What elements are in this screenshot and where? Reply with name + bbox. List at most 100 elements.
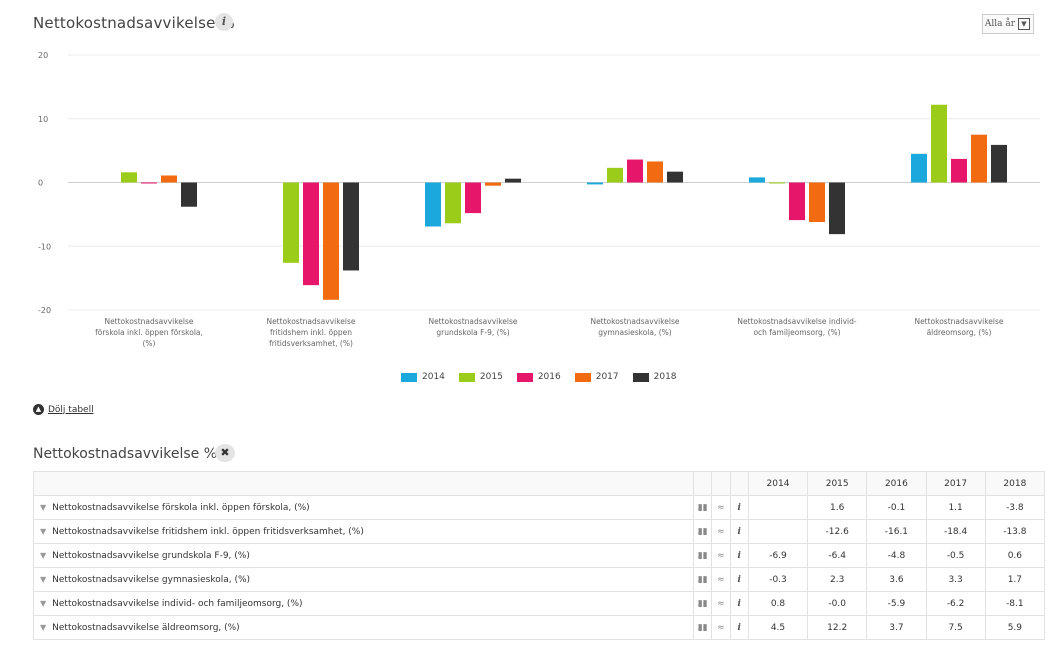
year-header[interactable]: 2017: [925, 471, 986, 496]
row-expand-icon[interactable]: ▼: [40, 599, 46, 608]
bar-2017-cat5[interactable]: [971, 134, 987, 183]
year-header[interactable]: 2015: [807, 471, 868, 496]
legend-item[interactable]: 2016: [516, 372, 561, 382]
bar-2017-cat0[interactable]: [161, 175, 177, 183]
bar-2018-cat0[interactable]: [181, 182, 197, 207]
legend-item[interactable]: 2017: [574, 372, 619, 382]
value-cell: -13.8: [984, 519, 1046, 544]
x-category-label: gymnasieskola, (%): [598, 328, 672, 337]
value-cell: -6.4: [807, 543, 868, 568]
year-header[interactable]: 2014: [747, 471, 809, 496]
bar-2016-cat1[interactable]: [303, 182, 319, 286]
bar-2015-cat5[interactable]: [931, 104, 947, 183]
bar-2015-cat3[interactable]: [607, 167, 623, 183]
info-icon[interactable]: i: [729, 567, 749, 592]
legend-swatch: [632, 372, 649, 382]
value-cell: 2.3: [807, 567, 868, 592]
bar-chart-icon[interactable]: ▮▮: [692, 495, 713, 520]
y-tick-label: 10: [38, 115, 48, 124]
info-icon[interactable]: i: [729, 615, 749, 640]
bar-2017-cat1[interactable]: [323, 182, 339, 300]
bar-2016-cat5[interactable]: [951, 158, 967, 183]
x-category-label: Nettokostnadsavvikelse: [266, 317, 355, 326]
table-header-row: 2014 2015 2016 2017 2018: [33, 471, 1046, 496]
legend-item[interactable]: 2018: [632, 372, 677, 382]
table-row: ▼ Nettokostnadsavvikelse gymnasieskola, (…: [33, 567, 1046, 592]
info-icon[interactable]: i: [729, 519, 749, 544]
row-label-cell[interactable]: ▼ Nettokostnadsavvikelse äldreomsorg, (%): [33, 615, 694, 640]
table-row: ▼ Nettokostnadsavvikelse äldreomsorg, (%)…: [33, 615, 1046, 640]
header-blank: [729, 471, 749, 496]
bar-2014-cat5[interactable]: [911, 153, 927, 183]
row-expand-icon[interactable]: ▼: [40, 623, 46, 632]
trend-icon[interactable]: ≈: [711, 615, 731, 640]
table-row: ▼ Nettokostnadsavvikelse fritidshem inkl.…: [33, 519, 1046, 544]
legend-item[interactable]: 2015: [458, 372, 503, 382]
value-cell: 4.5: [747, 615, 809, 640]
trend-icon[interactable]: ≈: [711, 591, 731, 616]
bar-chart-icon[interactable]: ▮▮: [692, 615, 713, 640]
legend-item[interactable]: 2014: [401, 372, 445, 382]
bar-2015-cat2[interactable]: [445, 182, 461, 224]
value-cell: -12.6: [807, 519, 868, 544]
chevron-down-icon[interactable]: ▼: [1018, 18, 1030, 30]
bar-2018-cat1[interactable]: [343, 182, 359, 271]
bar-chart-icon[interactable]: ▮▮: [692, 519, 713, 544]
info-icon[interactable]: i: [729, 495, 749, 520]
row-label-cell[interactable]: ▼ Nettokostnadsavvikelse förskola inkl. ö…: [33, 495, 694, 520]
bar-2014-cat3[interactable]: [587, 182, 603, 185]
row-label: Nettokostnadsavvikelse förskola inkl. öp…: [52, 502, 310, 513]
bar-2015-cat0[interactable]: [121, 172, 137, 183]
row-label: Nettokostnadsavvikelse individ- och fami…: [52, 598, 303, 609]
bar-chart-icon[interactable]: ▮▮: [692, 543, 713, 568]
row-label-cell[interactable]: ▼ Nettokostnadsavvikelse gymnasieskola, (…: [33, 567, 694, 592]
bar-2016-cat4[interactable]: [789, 182, 805, 221]
bar-2018-cat5[interactable]: [991, 144, 1007, 183]
bar-chart-icon[interactable]: ▮▮: [692, 567, 713, 592]
row-label: Nettokostnadsavvikelse äldreomsorg, (%): [52, 622, 240, 633]
hide-table-label[interactable]: Dölj tabell: [48, 405, 94, 415]
bar-2014-cat4[interactable]: [749, 177, 765, 183]
value-cell: -8.1: [984, 591, 1046, 616]
year-header[interactable]: 2016: [866, 471, 927, 496]
info-icon[interactable]: i: [729, 591, 749, 616]
bar-2018-cat2[interactable]: [505, 178, 521, 183]
row-expand-icon[interactable]: ▼: [40, 575, 46, 584]
bar-2015-cat1[interactable]: [283, 182, 299, 263]
bar-2018-cat3[interactable]: [667, 171, 683, 183]
row-label-cell[interactable]: ▼ Nettokostnadsavvikelse fritidshem inkl.…: [33, 519, 694, 544]
bar-2017-cat2[interactable]: [485, 182, 501, 186]
row-expand-icon[interactable]: ▼: [40, 527, 46, 536]
close-icon[interactable]: ✖: [215, 444, 235, 462]
year-select[interactable]: Alla år ▼: [982, 14, 1034, 34]
y-tick-label: -10: [38, 242, 51, 251]
bar-2018-cat4[interactable]: [829, 182, 845, 235]
row-label-cell[interactable]: ▼ Nettokostnadsavvikelse grundskola F-9, …: [33, 543, 694, 568]
value-cell: 0.6: [984, 543, 1046, 568]
bar-2016-cat2[interactable]: [465, 182, 481, 214]
year-header[interactable]: 2018: [984, 471, 1046, 496]
info-icon[interactable]: i: [729, 543, 749, 568]
value-cell: 3.7: [866, 615, 927, 640]
bar-2016-cat3[interactable]: [627, 159, 643, 183]
value-cell: 5.9: [984, 615, 1046, 640]
bar-2017-cat4[interactable]: [809, 182, 825, 223]
trend-icon[interactable]: ≈: [711, 519, 731, 544]
trend-icon[interactable]: ≈: [711, 543, 731, 568]
hide-table-button[interactable]: ▲ Dölj tabell: [33, 404, 94, 415]
row-label-cell[interactable]: ▼ Nettokostnadsavvikelse individ- och fam…: [33, 591, 694, 616]
value-cell: [747, 519, 809, 544]
value-cell: 1.1: [925, 495, 986, 520]
info-icon[interactable]: i: [215, 13, 233, 31]
trend-icon[interactable]: ≈: [711, 495, 731, 520]
bar-2015-cat4[interactable]: [769, 182, 785, 184]
data-table: 2014 2015 2016 2017 2018 ▼ Nettokostnadsa…: [33, 471, 1046, 640]
bar-chart-icon[interactable]: ▮▮: [692, 591, 713, 616]
bar-2016-cat0[interactable]: [141, 182, 157, 184]
bar-2017-cat3[interactable]: [647, 161, 663, 183]
row-expand-icon[interactable]: ▼: [40, 551, 46, 560]
row-expand-icon[interactable]: ▼: [40, 503, 46, 512]
x-category-label: förskola inkl. öppen förskola,: [95, 328, 203, 337]
trend-icon[interactable]: ≈: [711, 567, 731, 592]
bar-2014-cat2[interactable]: [425, 182, 441, 227]
